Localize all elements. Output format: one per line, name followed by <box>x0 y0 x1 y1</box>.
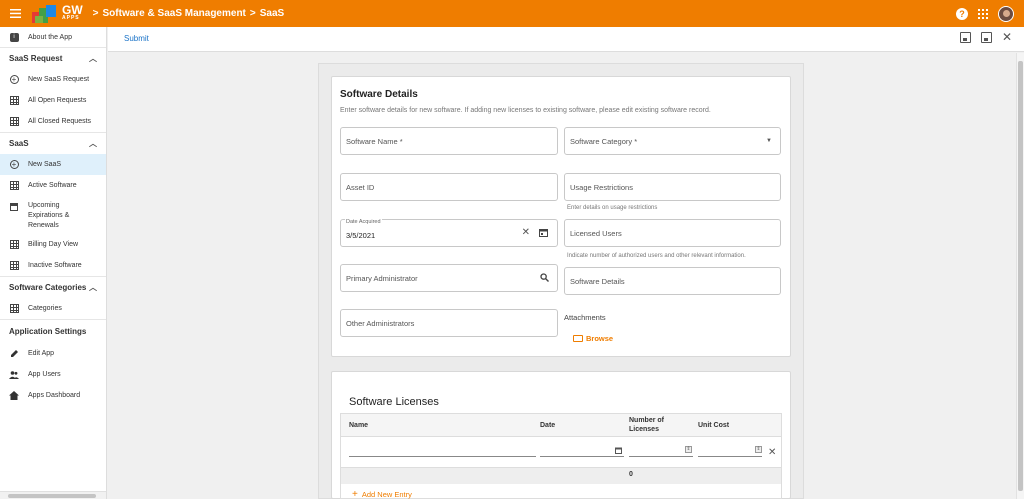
section-saas[interactable]: SaaS ︿ <box>0 132 106 154</box>
section-saas-request[interactable]: SaaS Request ︿ <box>0 47 106 69</box>
submit-button[interactable]: Submit <box>124 34 149 43</box>
usage-restrictions-hint: Enter details on usage restrictions <box>567 205 658 211</box>
section-subtitle: Enter software details for new software.… <box>340 107 711 114</box>
form-toolbar: Submit ✕ <box>108 27 1024 52</box>
save-and-close-icon[interactable] <box>980 32 992 43</box>
date-picker-icon[interactable] <box>615 447 622 456</box>
logo-icon <box>32 4 58 23</box>
dropdown-arrow-icon: ▼ <box>766 138 772 144</box>
number-spinner-icon[interactable]: ⇕ <box>755 446 762 453</box>
home-icon <box>9 391 19 401</box>
sidebar-item-new-saas-request[interactable]: + New SaaS Request <box>0 69 106 90</box>
search-icon[interactable] <box>540 273 549 284</box>
number-spinner-icon[interactable]: ⇕ <box>685 446 692 453</box>
licenses-total-row <box>341 467 781 484</box>
section-title: Software Details <box>340 89 418 100</box>
licenses-total-value: 0 <box>629 471 633 478</box>
chevron-up-icon: ︿ <box>89 54 97 63</box>
primary-administrator-field[interactable]: Primary Administrator <box>340 264 558 292</box>
sidebar-item-all-closed-requests[interactable]: All Closed Requests <box>0 111 106 132</box>
section-software-categories[interactable]: Software Categories ︿ <box>0 276 106 298</box>
grid-icon <box>9 96 19 105</box>
grid-icon <box>9 304 19 313</box>
add-new-entry-button[interactable]: + Add New Entry <box>352 488 412 499</box>
app-logo[interactable]: GW APPS <box>32 0 83 27</box>
license-date-input[interactable] <box>540 456 624 457</box>
calendar-icon[interactable] <box>539 228 548 239</box>
delete-row-icon[interactable]: ✕ <box>768 447 776 458</box>
browse-button[interactable]: Browse <box>573 334 613 343</box>
column-unit-cost: Unit Cost <box>698 422 730 429</box>
grid-icon <box>9 181 19 190</box>
section-application-settings: Application Settings <box>0 319 106 343</box>
avatar[interactable] <box>998 5 1014 22</box>
logo-text: GW APPS <box>62 3 83 21</box>
save-icon[interactable] <box>959 32 971 43</box>
pencil-icon <box>9 349 19 359</box>
column-name: Name <box>349 422 369 429</box>
unit-cost-input[interactable] <box>698 456 762 457</box>
breadcrumb: > Software & SaaS Management > SaaS <box>93 8 285 19</box>
license-count-input[interactable] <box>629 456 693 457</box>
folder-icon <box>573 335 583 342</box>
date-acquired-value: 3/5/2021 <box>346 230 376 240</box>
chevron-right-icon: > <box>92 8 99 19</box>
menu-icon[interactable] <box>0 0 30 27</box>
sidebar: i About the App SaaS Request ︿ + New SaaS… <box>0 27 107 499</box>
grid-icon <box>9 240 19 249</box>
column-date: Date <box>540 422 556 429</box>
grid-icon <box>9 117 19 126</box>
sidebar-scrollbar[interactable] <box>0 491 106 499</box>
breadcrumb-page[interactable]: SaaS <box>260 8 284 19</box>
asset-id-field[interactable]: Asset ID <box>340 173 558 201</box>
licenses-title: Software Licenses <box>349 396 439 408</box>
software-details-field[interactable]: Software Details <box>564 267 781 295</box>
usage-restrictions-field[interactable]: Usage Restrictions <box>564 173 781 201</box>
close-icon[interactable]: ✕ <box>1002 31 1012 43</box>
software-name-field[interactable]: Software Name * <box>340 127 558 155</box>
calendar-icon <box>10 203 18 211</box>
help-icon[interactable]: ? <box>956 7 968 20</box>
sidebar-item-new-saas[interactable]: + New SaaS <box>0 154 106 175</box>
license-name-input[interactable] <box>349 456 536 457</box>
sidebar-item-apps-dashboard[interactable]: Apps Dashboard <box>0 385 106 406</box>
clear-icon[interactable]: ✕ <box>522 227 530 238</box>
chevron-up-icon: ︿ <box>89 283 97 292</box>
sidebar-item-upcoming-expirations[interactable]: Upcoming Expirations & Renewals <box>0 196 106 234</box>
plus-icon: + <box>352 488 358 499</box>
date-acquired-field[interactable]: Date Acquired 3/5/2021 ✕ <box>340 219 558 247</box>
sidebar-item-all-open-requests[interactable]: All Open Requests <box>0 90 106 111</box>
add-circle-icon: + <box>9 75 19 84</box>
add-circle-icon: + <box>9 160 19 169</box>
main-scrollbar[interactable] <box>1016 53 1024 499</box>
sidebar-item-billing-day-view[interactable]: Billing Day View <box>0 234 106 255</box>
software-category-select[interactable]: Software Category * ▼ <box>564 127 781 155</box>
licensed-users-hint: Indicate number of authorized users and … <box>567 253 746 259</box>
sidebar-item-about[interactable]: i About the App <box>0 27 106 47</box>
sidebar-item-categories[interactable]: Categories <box>0 298 106 319</box>
other-administrators-field[interactable]: Other Administrators <box>340 309 558 337</box>
grid-icon <box>9 261 19 270</box>
breadcrumb-app[interactable]: Software & SaaS Management <box>103 8 246 19</box>
apps-grid-icon[interactable] <box>978 8 988 19</box>
chevron-up-icon: ︿ <box>89 139 97 148</box>
users-icon <box>9 370 19 380</box>
sidebar-item-edit-app[interactable]: Edit App <box>0 343 106 364</box>
sidebar-item-app-users[interactable]: App Users <box>0 364 106 385</box>
sidebar-item-active-software[interactable]: Active Software <box>0 175 106 196</box>
date-acquired-label: Date Acquired <box>345 219 382 225</box>
info-icon: i <box>9 32 19 42</box>
licensed-users-field[interactable]: Licensed Users <box>564 219 781 247</box>
chevron-right-icon: > <box>249 8 256 19</box>
column-number-of-licenses: Number of Licenses <box>629 417 664 433</box>
top-bar: GW APPS > Software & SaaS Management > S… <box>0 0 1024 27</box>
attachments-label: Attachments <box>564 313 606 322</box>
sidebar-item-inactive-software[interactable]: Inactive Software <box>0 255 106 276</box>
